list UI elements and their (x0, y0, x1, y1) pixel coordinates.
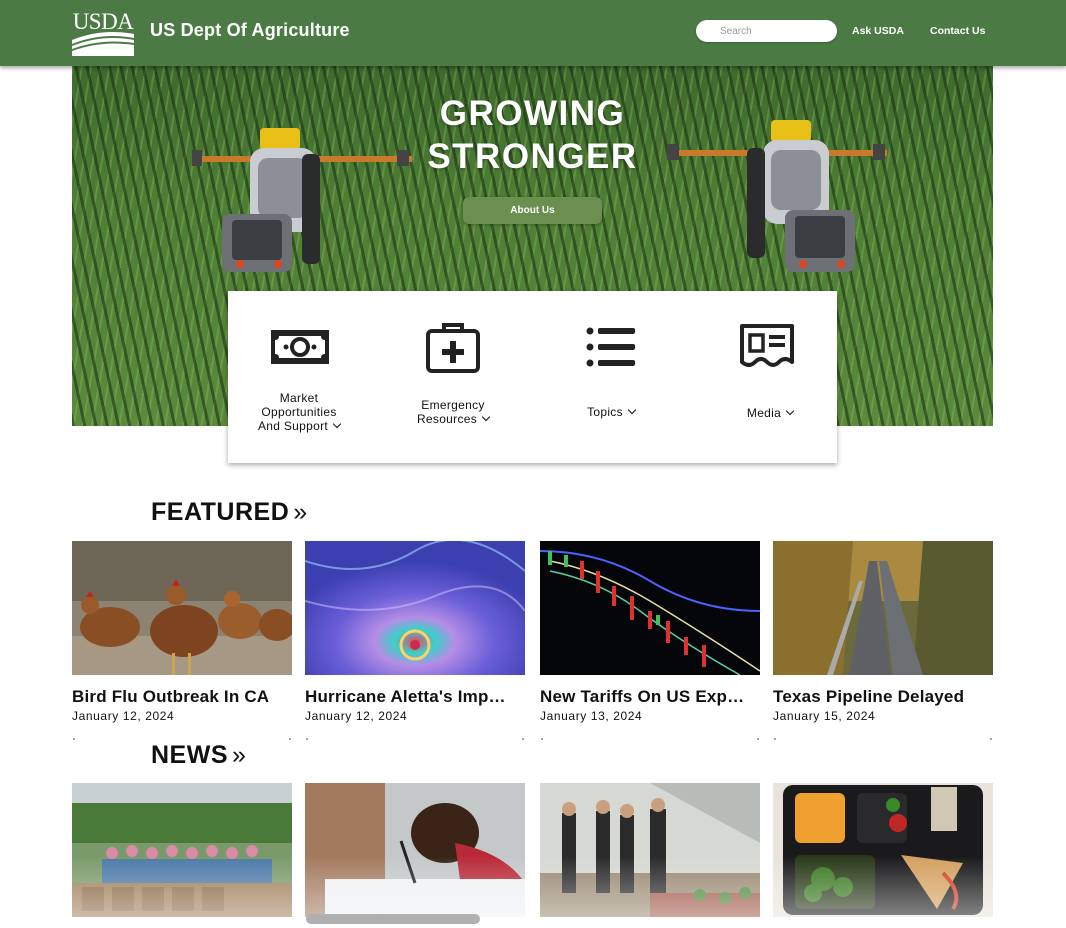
nav-ask-usda[interactable]: Ask USDA (852, 25, 904, 37)
usda-logo[interactable]: USDA (72, 9, 134, 56)
news-heading[interactable]: NEWS» (151, 741, 246, 770)
quick-link-label: Media (705, 406, 835, 420)
site-header: USDA US Dept Of Agriculture Ask USDA Con… (0, 0, 1066, 66)
hero-title-line2: STRONGER (427, 137, 638, 176)
news-image-garden[interactable] (540, 783, 760, 917)
featured-date: January 12, 2024 (305, 709, 408, 723)
chevron-down-icon (481, 412, 491, 422)
chevron-down-icon (785, 406, 795, 416)
chevron-down-icon (332, 419, 342, 429)
card-divider (72, 738, 292, 740)
news-image-lunch-tray[interactable] (773, 783, 993, 917)
quick-link-label: Emergency Resources (391, 398, 515, 426)
about-us-button[interactable]: About Us (463, 197, 602, 224)
double-chevron-right-icon: » (232, 741, 247, 769)
quick-link-topics[interactable]: Topics (546, 291, 676, 463)
agency-name[interactable]: US Dept Of Agriculture (150, 20, 350, 41)
card-divider (773, 738, 993, 740)
featured-heading-text: FEATURED (151, 498, 290, 526)
news-image-volunteers[interactable] (72, 783, 292, 917)
nav-contact-us[interactable]: Contact Us (930, 25, 985, 37)
featured-title[interactable]: New Tariffs On US Exp… (540, 687, 762, 707)
quick-link-text: Market Opportunities And Support (257, 391, 337, 433)
featured-image-stock-chart[interactable] (540, 541, 760, 675)
quick-links-card: Market Opportunities And Support Emergen… (228, 291, 837, 463)
quick-link-media[interactable]: Media (705, 291, 835, 463)
news-image-student[interactable] (305, 783, 525, 917)
first-aid-kit-icon (426, 323, 480, 373)
featured-image-chickens[interactable] (72, 541, 292, 675)
featured-heading[interactable]: FEATURED» (151, 498, 308, 527)
quick-link-market[interactable]: Market Opportunities And Support (238, 291, 360, 463)
money-icon (271, 330, 329, 364)
hero-title-line1: GROWING (439, 94, 626, 133)
quick-link-text: Media (746, 406, 782, 420)
featured-date: January 12, 2024 (72, 709, 175, 723)
quick-link-text: Topics (587, 405, 623, 419)
card-divider (540, 738, 760, 740)
featured-date: January 13, 2024 (540, 709, 643, 723)
list-icon (586, 327, 635, 367)
featured-image-pipeline[interactable] (773, 541, 993, 675)
news-heading-text: NEWS (151, 741, 228, 769)
chevron-down-icon (627, 405, 637, 415)
quick-link-emergency[interactable]: Emergency Resources (391, 291, 515, 463)
quick-link-text: Emergency Resources (416, 398, 485, 426)
featured-image-hurricane[interactable] (305, 541, 525, 675)
quick-link-label: Market Opportunities And Support (238, 391, 360, 433)
featured-title[interactable]: Hurricane Aletta's Imp… (305, 687, 527, 707)
horizontal-scrollbar[interactable] (306, 914, 480, 924)
logo-field-icon (72, 32, 134, 56)
featured-date: January 15, 2024 (773, 709, 876, 723)
search-input[interactable] (696, 20, 837, 42)
newspaper-icon (740, 324, 794, 367)
featured-title[interactable]: Bird Flu Outbreak In CA (72, 687, 294, 707)
quick-link-label: Topics (546, 405, 676, 419)
hero-title: GROWING STRONGER (72, 92, 993, 178)
card-divider (305, 738, 525, 740)
double-chevron-right-icon: » (293, 498, 308, 526)
featured-title[interactable]: Texas Pipeline Delayed (773, 687, 995, 707)
